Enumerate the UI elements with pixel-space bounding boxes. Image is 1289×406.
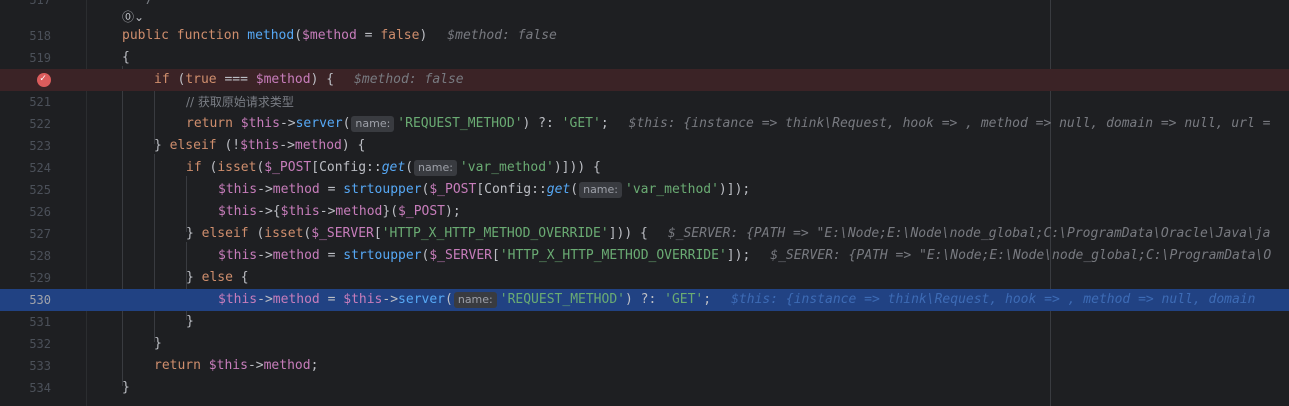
line-number: 522 <box>29 117 51 131</box>
line-number: 517 <box>29 0 51 7</box>
breakpoint-icon[interactable] <box>37 68 51 90</box>
code-text: return $this->server(name: 'REQUEST_METHO… <box>186 116 1271 132</box>
code-text: $this->method = strtoupper($_SERVER['HTT… <box>218 248 1272 263</box>
code-line-519[interactable]: 519 { <box>0 47 1289 69</box>
line-number: 530 <box>29 293 51 307</box>
code-text: $this->{$this->method}($_POST); <box>218 204 461 219</box>
code-line-534[interactable]: 534 } <box>0 377 1289 399</box>
debug-inline-value: $_SERVER: {PATH => "E:\Node;E:\Node\node… <box>770 248 1272 263</box>
line-number: 533 <box>29 359 51 373</box>
code-text: $this->method = $this->server(name: 'REQU… <box>218 292 1256 308</box>
code-line-525[interactable]: 525 $this->method = strtoupper($_POST[Co… <box>0 179 1289 201</box>
line-number: 523 <box>29 139 51 153</box>
debug-inline-value: $this: {instance => think\Request, hook … <box>731 292 1256 307</box>
code-line-532[interactable]: 532 } <box>0 333 1289 355</box>
code-line-517[interactable]: 517 */ <box>0 0 1289 11</box>
debug-inline-value: $method: false <box>354 72 464 87</box>
code-line-530-current[interactable]: 530 $this->method = $this->server(name: '… <box>0 289 1289 311</box>
code-line-518[interactable]: 518 public function method($method = fal… <box>0 25 1289 47</box>
code-text: public function method($method = false) $… <box>122 28 557 43</box>
debug-inline-value: $_SERVER: {PATH => "E:\Node;E:\Node\node… <box>667 226 1271 241</box>
code-line-529[interactable]: 529 } else { <box>0 267 1289 289</box>
code-line-533[interactable]: 533 return $this->method; <box>0 355 1289 377</box>
code-line-528[interactable]: 528 $this->method = strtoupper($_SERVER[… <box>0 245 1289 267</box>
code-text: } elseif (isset($_SERVER['HTTP_X_HTTP_ME… <box>186 226 1271 241</box>
param-hint: name: <box>579 182 622 198</box>
line-number: 534 <box>29 381 51 395</box>
code-line-521[interactable]: 521 // 获取原始请求类型 <box>0 91 1289 113</box>
code-text: } elseif (!$this->method) { <box>154 138 366 153</box>
code-text: } else { <box>186 270 249 285</box>
code-line-520-breakpoint[interactable]: if (true === $method) {$method: false <box>0 68 1289 91</box>
line-number: 525 <box>29 183 51 197</box>
code-lens-icon[interactable]: ⓪⌄ <box>122 8 144 25</box>
line-number: 526 <box>29 205 51 219</box>
line-number: 518 <box>29 29 51 43</box>
debug-inline-value: $this: {instance => think\Request, hook … <box>628 116 1271 131</box>
debug-inline-value: $method: false <box>447 28 557 43</box>
code-line-531[interactable]: 531 } <box>0 311 1289 333</box>
code-line-522[interactable]: 522 return $this->server(name: 'REQUEST_M… <box>0 113 1289 135</box>
line-number: 521 <box>29 95 51 109</box>
code-line-524[interactable]: 524 if (isset($_POST[Config::get(name:'v… <box>0 157 1289 179</box>
code-text: return $this->method; <box>154 358 319 373</box>
code-line-523[interactable]: 523 } elseif (!$this->method) { <box>0 135 1289 157</box>
line-number: 529 <box>29 271 51 285</box>
code-line-526[interactable]: 526 $this->{$this->method}($_POST); <box>0 201 1289 223</box>
code-line-527[interactable]: 527 } elseif (isset($_SERVER['HTTP_X_HTT… <box>0 223 1289 245</box>
code-text: if (true === $method) {$method: false <box>154 72 464 87</box>
line-number: 532 <box>29 337 51 351</box>
code-text: $this->method = strtoupper($_POST[Config… <box>218 182 751 198</box>
line-number: 528 <box>29 249 51 263</box>
line-number: 531 <box>29 315 51 329</box>
param-hint: name: <box>414 160 457 176</box>
param-hint: name: <box>453 292 497 308</box>
param-hint: name: <box>351 116 395 132</box>
line-number: 519 <box>29 51 51 65</box>
line-number: 527 <box>29 227 51 241</box>
vertical-scrollbar[interactable] <box>1275 0 1289 406</box>
code-text: if (isset($_POST[Config::get(name:'var_m… <box>186 160 601 176</box>
line-number: 524 <box>29 161 51 175</box>
